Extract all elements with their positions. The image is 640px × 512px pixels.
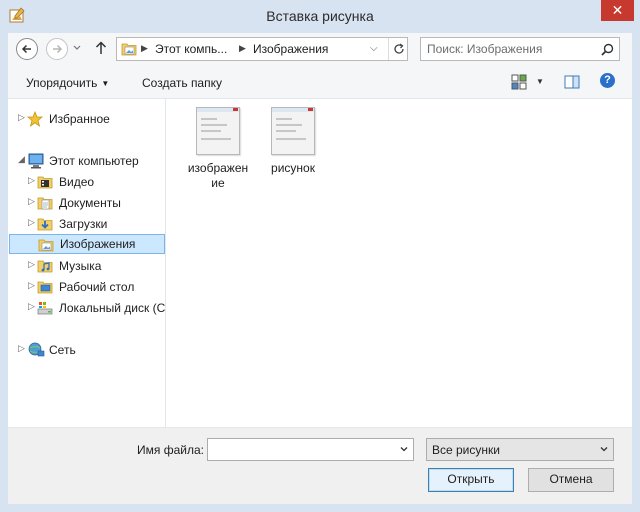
pictures-folder-icon bbox=[38, 239, 54, 252]
expand-arrow-icon[interactable]: ▷ bbox=[28, 259, 35, 270]
tree-item-network[interactable]: ▷ Сеть bbox=[8, 340, 165, 360]
forward-button[interactable] bbox=[46, 38, 68, 60]
refresh-icon bbox=[394, 43, 404, 54]
expand-arrow-icon[interactable]: ▷ bbox=[18, 343, 25, 354]
tree-item-downloads[interactable]: ▷ Загрузки bbox=[8, 214, 165, 234]
tree-label: Локальный диск (С bbox=[59, 301, 166, 315]
collapse-arrow-icon[interactable]: ◢ bbox=[18, 154, 25, 165]
breadcrumb-separator-icon: ▶ bbox=[141, 43, 148, 53]
breadcrumb-this-pc[interactable]: Этот компь... bbox=[155, 42, 227, 56]
desktop-folder-icon bbox=[37, 281, 53, 294]
tree-label: Избранное bbox=[49, 112, 110, 126]
filetype-value: Все рисунки bbox=[432, 443, 500, 457]
tree-item-documents[interactable]: ▷ Документы bbox=[8, 193, 165, 213]
dialog-window: Вставка рисунка ✕ ▶ Этот компь... ▶ Изоб… bbox=[0, 0, 640, 512]
address-row: ▶ Этот компь... ▶ Изображения ⌵ bbox=[8, 33, 632, 65]
breadcrumb-separator-icon: ▶ bbox=[239, 43, 246, 53]
tree-item-favorites[interactable]: ▷ Избранное bbox=[8, 109, 165, 129]
tree-label: Этот компьютер bbox=[49, 154, 139, 168]
filename-label: Имя файла: bbox=[137, 443, 204, 457]
title-bar[interactable]: Вставка рисунка ✕ bbox=[0, 0, 640, 33]
documents-folder-icon bbox=[37, 197, 53, 210]
tree-item-this-pc[interactable]: ◢ Этот компьютер bbox=[8, 151, 165, 171]
refresh-button[interactable] bbox=[388, 38, 408, 60]
help-icon[interactable]: ? bbox=[600, 73, 615, 88]
recent-locations-chevron-icon[interactable] bbox=[72, 42, 82, 54]
file-list-area: изображение рисунок bbox=[167, 99, 632, 427]
video-folder-icon bbox=[37, 176, 53, 189]
search-box[interactable] bbox=[420, 37, 620, 61]
new-folder-button[interactable]: Создать папку bbox=[142, 76, 222, 90]
tree-label: Сеть bbox=[49, 343, 76, 357]
computer-icon bbox=[28, 153, 44, 169]
local-disk-icon bbox=[37, 302, 53, 315]
network-icon bbox=[28, 342, 45, 357]
tree-item-pictures[interactable]: Изображения bbox=[9, 234, 165, 254]
expand-arrow-icon[interactable]: ▷ bbox=[28, 175, 35, 186]
tree-label: Загрузки bbox=[59, 217, 108, 231]
expand-arrow-icon[interactable]: ▷ bbox=[28, 301, 35, 312]
caret-down-icon: ▼ bbox=[101, 79, 110, 88]
expand-arrow-icon[interactable]: ▷ bbox=[18, 112, 25, 123]
filetype-select[interactable]: Все рисунки bbox=[426, 438, 614, 461]
search-icon[interactable] bbox=[601, 43, 614, 56]
star-icon bbox=[27, 111, 43, 127]
file-name: изображение bbox=[187, 161, 249, 190]
tree-label: Рабочий стол bbox=[59, 280, 135, 294]
back-button[interactable] bbox=[16, 38, 38, 60]
file-item[interactable]: изображение bbox=[186, 107, 250, 191]
dialog-client: ▶ Этот компь... ▶ Изображения ⌵ Упорядоч… bbox=[8, 33, 632, 504]
back-arrow-icon bbox=[21, 44, 31, 54]
address-history-chevron-icon[interactable]: ⌵ bbox=[370, 43, 378, 54]
cancel-button[interactable]: Отмена bbox=[528, 468, 614, 492]
tree-item-local-disk[interactable]: ▷ Локальный диск (С bbox=[8, 298, 166, 318]
music-folder-icon bbox=[37, 260, 53, 273]
organize-menu-button[interactable]: Упорядочить ▼ bbox=[26, 76, 109, 90]
chevron-down-icon[interactable] bbox=[399, 444, 409, 454]
preview-pane-icon[interactable] bbox=[564, 74, 580, 90]
forward-arrow-icon bbox=[53, 44, 63, 54]
tree-item-music[interactable]: ▷ Музыка bbox=[8, 256, 165, 276]
tree-label: Музыка bbox=[59, 259, 102, 273]
window-title: Вставка рисунка bbox=[266, 8, 374, 24]
tree-label: Документы bbox=[59, 196, 121, 210]
tree-item-desktop[interactable]: ▷ Рабочий стол bbox=[8, 277, 165, 297]
navigation-pane: ▷ Избранное ◢ Этот компьютер ▷ Видео ▷ Д… bbox=[8, 99, 166, 427]
tree-label: Видео bbox=[59, 175, 95, 189]
dialog-footer: Имя файла: Все рисунки Открыть Отмена bbox=[8, 427, 632, 504]
search-input[interactable] bbox=[427, 41, 597, 57]
chevron-down-icon[interactable] bbox=[599, 444, 609, 454]
view-options-caret-icon[interactable]: ▼ bbox=[536, 77, 544, 86]
image-thumbnail-icon bbox=[271, 107, 315, 155]
expand-arrow-icon[interactable]: ▷ bbox=[28, 196, 35, 207]
image-thumbnail-icon bbox=[196, 107, 240, 155]
filename-combobox[interactable] bbox=[207, 438, 414, 461]
close-button[interactable]: ✕ bbox=[601, 0, 634, 21]
tree-item-video[interactable]: ▷ Видео bbox=[8, 172, 165, 192]
breadcrumb-pictures[interactable]: Изображения bbox=[253, 42, 328, 56]
organize-label: Упорядочить bbox=[26, 76, 98, 90]
file-name: рисунок bbox=[271, 161, 315, 175]
filename-input[interactable] bbox=[212, 442, 392, 457]
open-button[interactable]: Открыть bbox=[428, 468, 514, 492]
pictures-folder-icon bbox=[121, 43, 137, 56]
change-view-icon[interactable] bbox=[511, 74, 527, 90]
command-bar: Упорядочить ▼ Создать папку ▼ ? bbox=[8, 65, 632, 99]
address-bar[interactable]: ▶ Этот компь... ▶ Изображения ⌵ bbox=[116, 37, 408, 61]
expand-arrow-icon[interactable]: ▷ bbox=[28, 280, 35, 291]
downloads-folder-icon bbox=[37, 218, 53, 231]
up-arrow-icon[interactable] bbox=[94, 40, 108, 56]
tree-label: Изображения bbox=[60, 237, 136, 251]
file-item[interactable]: рисунок bbox=[261, 107, 325, 176]
expand-arrow-icon[interactable]: ▷ bbox=[28, 217, 35, 228]
